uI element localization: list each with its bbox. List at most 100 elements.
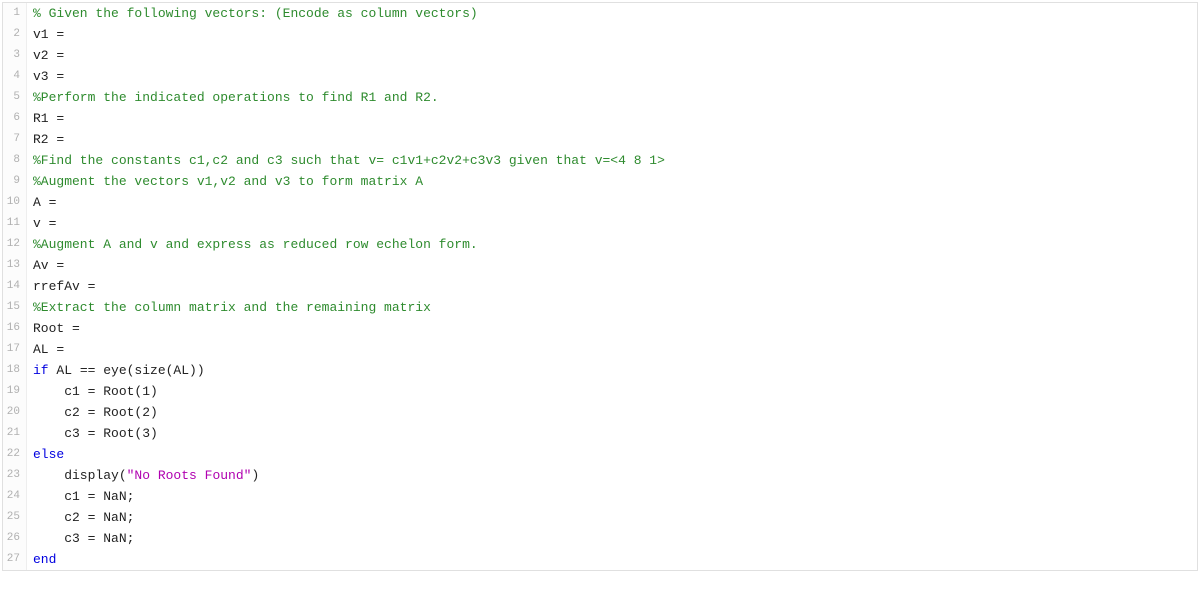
code-content[interactable]: %Find the constants c1,c2 and c3 such th… xyxy=(27,150,1197,171)
token: c2 = Root(2) xyxy=(33,405,158,420)
code-content[interactable]: %Perform the indicated operations to fin… xyxy=(27,87,1197,108)
code-line[interactable]: 25 c2 = NaN; xyxy=(3,507,1197,528)
code-content[interactable]: if AL == eye(size(AL)) xyxy=(27,360,1197,381)
code-content[interactable]: R1 = xyxy=(27,108,1197,129)
line-number: 16 xyxy=(3,318,27,339)
code-content[interactable]: %Augment A and v and express as reduced … xyxy=(27,234,1197,255)
code-content[interactable]: % Given the following vectors: (Encode a… xyxy=(27,3,1197,24)
token: v3 = xyxy=(33,69,72,84)
token: Root = xyxy=(33,321,88,336)
code-line[interactable]: 18if AL == eye(size(AL)) xyxy=(3,360,1197,381)
code-content[interactable]: AL = xyxy=(27,339,1197,360)
line-number: 8 xyxy=(3,150,27,171)
code-content[interactable]: R2 = xyxy=(27,129,1197,150)
token: AL = xyxy=(33,342,72,357)
token: A = xyxy=(33,195,64,210)
line-number: 22 xyxy=(3,444,27,465)
code-line[interactable]: 16 Root = xyxy=(3,318,1197,339)
code-content[interactable]: Av = xyxy=(27,255,1197,276)
code-content[interactable]: v2 = xyxy=(27,45,1197,66)
line-number: 27 xyxy=(3,549,27,570)
line-number: 19 xyxy=(3,381,27,402)
code-line[interactable]: 12 %Augment A and v and express as reduce… xyxy=(3,234,1197,255)
code-line[interactable]: 11 v = xyxy=(3,213,1197,234)
token: % Given the following vectors: (Encode a… xyxy=(33,6,478,21)
line-number: 3 xyxy=(3,45,27,66)
code-content[interactable]: v = xyxy=(27,213,1197,234)
code-line[interactable]: 8%Find the constants c1,c2 and c3 such t… xyxy=(3,150,1197,171)
line-number: 7 xyxy=(3,129,27,150)
line-number: 12 xyxy=(3,234,27,255)
code-line[interactable]: 7 R2 = xyxy=(3,129,1197,150)
code-content[interactable]: v3 = xyxy=(27,66,1197,87)
line-number: 15 xyxy=(3,297,27,318)
token: R2 = xyxy=(33,132,72,147)
line-number: 6 xyxy=(3,108,27,129)
token: display( xyxy=(33,468,127,483)
token: c1 = NaN; xyxy=(33,489,134,504)
code-content[interactable]: c1 = NaN; xyxy=(27,486,1197,507)
code-line[interactable]: 27 end xyxy=(3,549,1197,570)
token: rrefAv = xyxy=(33,279,103,294)
token: %Perform the indicated operations to fin… xyxy=(33,90,439,105)
token: c1 = Root(1) xyxy=(33,384,158,399)
code-content[interactable]: c3 = Root(3) xyxy=(27,423,1197,444)
code-line[interactable]: 6R1 = xyxy=(3,108,1197,129)
line-number: 14 xyxy=(3,276,27,297)
line-number: 2 xyxy=(3,24,27,45)
token: v = xyxy=(33,216,64,231)
code-line[interactable]: 13Av = xyxy=(3,255,1197,276)
code-content[interactable]: %Augment the vectors v1,v2 and v3 to for… xyxy=(27,171,1197,192)
code-content[interactable]: A = xyxy=(27,192,1197,213)
code-content[interactable]: rrefAv = xyxy=(27,276,1197,297)
code-line[interactable]: 15 %Extract the column matrix and the rem… xyxy=(3,297,1197,318)
token: %Augment A and v and express as reduced … xyxy=(33,237,478,252)
code-content[interactable]: c2 = NaN; xyxy=(27,507,1197,528)
code-content[interactable]: else xyxy=(27,444,1197,465)
token: c3 = Root(3) xyxy=(33,426,158,441)
token: c2 = NaN; xyxy=(33,510,134,525)
code-line[interactable]: 3v2 = xyxy=(3,45,1197,66)
code-line[interactable]: 17AL = xyxy=(3,339,1197,360)
code-line[interactable]: 22 else xyxy=(3,444,1197,465)
line-number: 4 xyxy=(3,66,27,87)
code-content[interactable]: c2 = Root(2) xyxy=(27,402,1197,423)
line-number: 11 xyxy=(3,213,27,234)
line-number: 25 xyxy=(3,507,27,528)
code-editor[interactable]: 1 % Given the following vectors: (Encode … xyxy=(2,2,1198,571)
code-line[interactable]: 26 c3 = NaN; xyxy=(3,528,1197,549)
line-number: 21 xyxy=(3,423,27,444)
code-content[interactable]: c3 = NaN; xyxy=(27,528,1197,549)
line-number: 23 xyxy=(3,465,27,486)
token: "No Roots Found" xyxy=(127,468,252,483)
code-line[interactable]: 1 % Given the following vectors: (Encode … xyxy=(3,3,1197,24)
code-line[interactable]: 5 %Perform the indicated operations to fi… xyxy=(3,87,1197,108)
line-number: 1 xyxy=(3,3,27,24)
code-content[interactable]: Root = xyxy=(27,318,1197,339)
code-line[interactable]: 10 A = xyxy=(3,192,1197,213)
code-line[interactable]: 14 rrefAv = xyxy=(3,276,1197,297)
code-line[interactable]: 4 v3 = xyxy=(3,66,1197,87)
token: Av = xyxy=(33,258,72,273)
token: %Augment the vectors v1,v2 and v3 to for… xyxy=(33,174,423,189)
token: else xyxy=(33,447,64,462)
code-content[interactable]: v1 = xyxy=(27,24,1197,45)
code-line[interactable]: 19 c1 = Root(1) xyxy=(3,381,1197,402)
code-line[interactable]: 24 c1 = NaN; xyxy=(3,486,1197,507)
code-line[interactable]: 23 display("No Roots Found") xyxy=(3,465,1197,486)
token: v1 = xyxy=(33,27,72,42)
line-number: 26 xyxy=(3,528,27,549)
code-content[interactable]: %Extract the column matrix and the remai… xyxy=(27,297,1197,318)
line-number: 10 xyxy=(3,192,27,213)
token: c3 = NaN; xyxy=(33,531,134,546)
code-line[interactable]: 9%Augment the vectors v1,v2 and v3 to fo… xyxy=(3,171,1197,192)
code-content[interactable]: display("No Roots Found") xyxy=(27,465,1197,486)
code-content[interactable]: end xyxy=(27,549,1197,570)
code-line[interactable]: 2 v1 = xyxy=(3,24,1197,45)
token: %Extract the column matrix and the remai… xyxy=(33,300,431,315)
token: end xyxy=(33,552,56,567)
line-number: 5 xyxy=(3,87,27,108)
code-line[interactable]: 21 c3 = Root(3) xyxy=(3,423,1197,444)
code-line[interactable]: 20 c2 = Root(2) xyxy=(3,402,1197,423)
code-content[interactable]: c1 = Root(1) xyxy=(27,381,1197,402)
